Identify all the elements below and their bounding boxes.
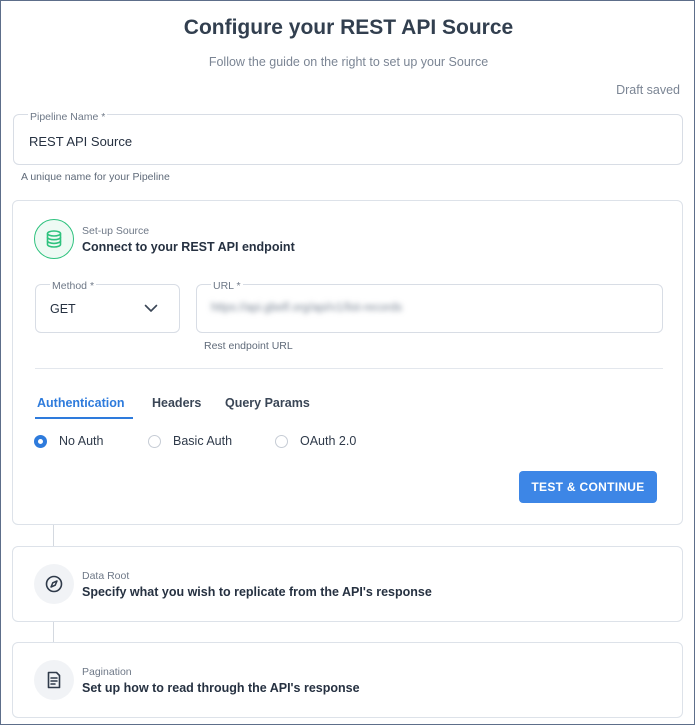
radio-basic-auth[interactable]: Basic Auth: [148, 434, 232, 448]
step-connector: [53, 525, 54, 546]
tab-authentication[interactable]: Authentication: [37, 396, 125, 410]
page-subtitle: Follow the guide on the right to set up …: [208, 55, 489, 69]
data-root-card[interactable]: Data Root Specify what you wish to repli…: [12, 546, 683, 622]
draft-saved-status: Draft saved: [616, 83, 680, 97]
method-select[interactable]: Method * GET: [35, 280, 180, 333]
active-tab-indicator: [35, 417, 133, 419]
pipeline-name-label: Pipeline Name *: [28, 111, 108, 123]
document-icon: [34, 660, 74, 700]
pipeline-name-hint: A unique name for your Pipeline: [21, 171, 170, 183]
radio-button[interactable]: [275, 434, 288, 448]
setup-kicker: Set-up Source: [82, 225, 150, 237]
url-value[interactable]: https://api.gbelf.org/api/v1/list-record…: [211, 302, 402, 314]
radio-no-auth[interactable]: No Auth: [34, 434, 103, 448]
method-value: GET: [50, 302, 76, 316]
setup-heading: Connect to your REST API endpoint: [82, 240, 295, 254]
setup-source-card: Set-up Source Connect to your REST API e…: [12, 200, 683, 525]
radio-label: No Auth: [59, 434, 104, 448]
page-frame: Configure your REST API Source Follow th…: [0, 0, 695, 725]
section-divider: [35, 368, 663, 369]
radio-label: Basic Auth: [173, 434, 233, 448]
compass-icon: [34, 564, 74, 604]
radio-button[interactable]: [148, 434, 161, 448]
radio-button-checked[interactable]: [34, 434, 47, 448]
tab-headers[interactable]: Headers: [152, 396, 201, 410]
url-label: URL *: [211, 280, 243, 292]
method-label: Method *: [50, 280, 97, 292]
tab-query-params[interactable]: Query Params: [225, 396, 310, 410]
url-field[interactable]: URL * https://api.gbelf.org/api/v1/list-…: [196, 280, 663, 333]
pipeline-name-field[interactable]: Pipeline Name * REST API Source: [13, 111, 683, 165]
radio-label: OAuth 2.0: [300, 434, 357, 448]
pagination-card[interactable]: Pagination Set up how to read through th…: [12, 642, 683, 718]
pagination-kicker: Pagination: [82, 666, 132, 678]
data-root-heading: Specify what you wish to replicate from …: [82, 585, 432, 599]
chevron-down-icon[interactable]: [143, 300, 159, 316]
url-hint: Rest endpoint URL: [204, 340, 293, 352]
radio-oauth[interactable]: OAuth 2.0: [275, 434, 356, 448]
step-connector: [53, 622, 54, 642]
page-title: Configure your REST API Source: [183, 16, 514, 39]
pagination-heading: Set up how to read through the API's res…: [82, 681, 360, 695]
test-continue-button[interactable]: TEST & CONTINUE: [519, 471, 657, 503]
database-icon: [34, 219, 74, 259]
data-root-kicker: Data Root: [82, 570, 130, 582]
pipeline-name-value[interactable]: REST API Source: [29, 134, 132, 149]
